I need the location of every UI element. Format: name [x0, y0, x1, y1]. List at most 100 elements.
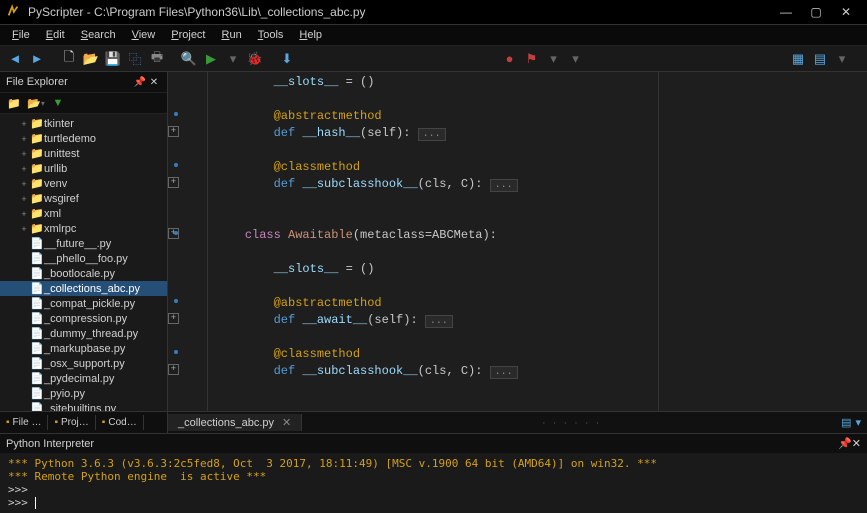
main-toolbar: ◄ ► 🗋 📂 💾 ⿻ 🖶 🔍 ▶ ▾ 🐞 ⬇ ● ⚑ ▾ ▾ ▦ ▤ ▾: [0, 46, 867, 72]
editor-tool-icon-1[interactable]: ▤: [841, 416, 851, 429]
tree-file[interactable]: 📄_dummy_thread.py: [0, 326, 167, 341]
explorer-folder-button[interactable]: 📁: [4, 94, 24, 112]
explorer-filter-button[interactable]: ▼: [48, 94, 68, 112]
tab-close-icon[interactable]: ✕: [282, 416, 291, 429]
file-tree[interactable]: +📁tkinter+📁turtledemo+📁unittest+📁urllib+…: [0, 114, 167, 411]
folder-icon: 📁: [30, 207, 44, 220]
side-tab-0[interactable]: ▪File …: [0, 415, 48, 430]
expand-icon[interactable]: +: [18, 164, 30, 174]
forward-button[interactable]: ►: [27, 49, 47, 69]
editor-gutter[interactable]: +++++++++: [168, 72, 208, 411]
layout-button-2[interactable]: ▤: [810, 49, 830, 69]
expand-icon[interactable]: +: [18, 224, 30, 234]
menu-view[interactable]: View: [124, 27, 164, 43]
code-editor[interactable]: +++++++++ __slots__ = () @abstractmethod…: [168, 72, 867, 411]
python-file-icon: 📄: [30, 372, 44, 385]
menu-tools[interactable]: Tools: [250, 27, 292, 43]
tree-folder[interactable]: +📁turtledemo: [0, 131, 167, 146]
debug-button[interactable]: 🐞: [245, 49, 265, 69]
tree-folder[interactable]: +📁wsgiref: [0, 191, 167, 206]
bookmark-icon: [174, 231, 178, 235]
external-run-button[interactable]: ⬇: [277, 49, 297, 69]
interpreter-header: Python Interpreter 📌 ✕: [0, 433, 867, 453]
bookmark-icon: [174, 299, 178, 303]
breakpoint-button[interactable]: ●: [500, 49, 520, 69]
toolbar-dropdown-2[interactable]: ▾: [566, 49, 586, 69]
layout-button-1[interactable]: ▦: [788, 49, 808, 69]
editor-tool-icon-2[interactable]: ▾: [855, 416, 861, 429]
layout-dropdown[interactable]: ▾: [832, 49, 852, 69]
python-interpreter[interactable]: *** Python 3.6.3 (v3.6.3:2c5fed8, Oct 3 …: [0, 453, 867, 513]
menu-search[interactable]: Search: [73, 27, 124, 43]
expand-icon[interactable]: +: [18, 194, 30, 204]
tree-label: _bootlocale.py: [44, 268, 115, 280]
toolbar-dropdown-1[interactable]: ▾: [544, 49, 564, 69]
tree-file[interactable]: 📄__future__.py: [0, 236, 167, 251]
new-file-button[interactable]: 🗋: [59, 49, 79, 69]
menu-run[interactable]: Run: [214, 27, 250, 43]
tree-label: xmlrpc: [44, 223, 76, 235]
expand-icon[interactable]: +: [18, 134, 30, 144]
tree-file[interactable]: 📄_osx_support.py: [0, 356, 167, 371]
tree-label: unittest: [44, 148, 79, 160]
tree-folder[interactable]: +📁venv: [0, 176, 167, 191]
tree-file[interactable]: 📄_compat_pickle.py: [0, 296, 167, 311]
expand-icon[interactable]: +: [18, 179, 30, 189]
tree-folder[interactable]: +📁urllib: [0, 161, 167, 176]
interpreter-close-icon[interactable]: ✕: [852, 437, 861, 450]
tree-label: xml: [44, 208, 61, 220]
menu-project[interactable]: Project: [163, 27, 213, 43]
explorer-up-button[interactable]: 📂▾: [26, 94, 46, 112]
maximize-button[interactable]: ▢: [801, 5, 831, 19]
side-tab-icon: ▪: [6, 417, 10, 428]
run-dropdown[interactable]: ▾: [223, 49, 243, 69]
side-tab-1[interactable]: ▪Proj…: [48, 415, 95, 430]
save-all-button[interactable]: ⿻: [125, 49, 145, 69]
expand-icon[interactable]: +: [18, 209, 30, 219]
tree-label: _pydecimal.py: [44, 373, 114, 385]
tree-file[interactable]: 📄_collections_abc.py: [0, 281, 167, 296]
tree-file[interactable]: 📄__phello__foo.py: [0, 251, 167, 266]
open-file-button[interactable]: 📂: [81, 49, 101, 69]
expand-icon[interactable]: +: [18, 149, 30, 159]
back-button[interactable]: ◄: [5, 49, 25, 69]
tree-file[interactable]: 📄_pyio.py: [0, 386, 167, 401]
close-button[interactable]: ✕: [831, 5, 861, 19]
menu-file[interactable]: File: [4, 27, 38, 43]
expand-icon[interactable]: +: [18, 119, 30, 129]
execute-button[interactable]: ▶: [201, 49, 221, 69]
tree-label: tkinter: [44, 118, 74, 130]
code-content[interactable]: __slots__ = () @abstractmethod def __has…: [208, 72, 867, 411]
fold-icon[interactable]: +: [168, 364, 179, 375]
tree-folder[interactable]: +📁xml: [0, 206, 167, 221]
side-tabs: ▪File …▪Proj…▪Cod…: [0, 411, 167, 433]
folder-icon: 📁: [30, 177, 44, 190]
interpreter-pin-icon[interactable]: 📌: [838, 437, 852, 450]
save-button[interactable]: 💾: [103, 49, 123, 69]
tree-file[interactable]: 📄_compression.py: [0, 311, 167, 326]
tree-file[interactable]: 📄_pydecimal.py: [0, 371, 167, 386]
panel-close-icon[interactable]: ✕: [147, 77, 161, 88]
menu-help[interactable]: Help: [291, 27, 330, 43]
bookmark-icon: [174, 350, 178, 354]
python-file-icon: 📄: [30, 267, 44, 280]
syntax-check-button[interactable]: 🔍: [179, 49, 199, 69]
fold-icon[interactable]: +: [168, 126, 179, 137]
fold-icon[interactable]: +: [168, 313, 179, 324]
tree-folder[interactable]: +📁unittest: [0, 146, 167, 161]
tree-folder[interactable]: +📁xmlrpc: [0, 221, 167, 236]
tree-file[interactable]: 📄_markupbase.py: [0, 341, 167, 356]
tree-file[interactable]: 📄_bootlocale.py: [0, 266, 167, 281]
fold-icon[interactable]: +: [168, 177, 179, 188]
side-tab-2[interactable]: ▪Cod…: [96, 415, 144, 430]
bookmark-icon: [174, 163, 178, 167]
editor-tab[interactable]: _collections_abc.py ✕: [168, 414, 302, 431]
minimize-button[interactable]: —: [771, 5, 801, 19]
watches-button[interactable]: ⚑: [522, 49, 542, 69]
folder-icon: 📁: [30, 192, 44, 205]
tree-folder[interactable]: +📁tkinter: [0, 116, 167, 131]
print-button[interactable]: 🖶: [147, 49, 167, 69]
tree-file[interactable]: 📄_sitebuiltins.py: [0, 401, 167, 411]
menu-edit[interactable]: Edit: [38, 27, 73, 43]
pin-icon[interactable]: 📌: [133, 77, 147, 88]
